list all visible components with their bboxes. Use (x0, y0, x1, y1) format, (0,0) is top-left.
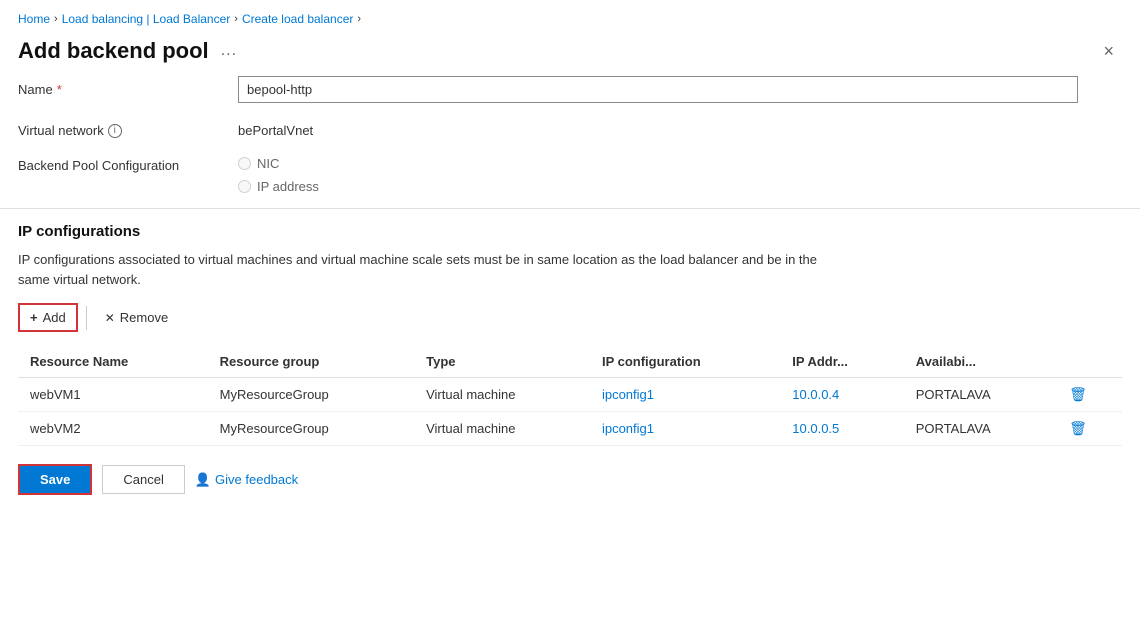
section-divider (0, 208, 1140, 209)
add-button[interactable]: + Add (18, 303, 78, 332)
col-type: Type (414, 346, 590, 378)
cell-delete-1: 🗑 (1057, 378, 1122, 412)
breadcrumb-sep2: › (234, 13, 238, 25)
remove-label: Remove (120, 310, 168, 325)
toolbar: + Add ✕ Remove (18, 303, 1122, 332)
name-row: Name * (18, 76, 1122, 103)
backend-pool-options: NIC IP address (238, 152, 1122, 194)
col-resource-group: Resource group (208, 346, 414, 378)
panel-title-area: Add backend pool ... (18, 38, 241, 64)
form-section: Name * Virtual network i bePortalVnet Ba… (0, 76, 1140, 194)
cell-ip-config-1: ipconfig1 (590, 378, 780, 412)
ip-addr-link-2[interactable]: 10.0.0.5 (792, 421, 839, 436)
cell-resource-group-2: MyResourceGroup (208, 412, 414, 446)
backend-pool-row: Backend Pool Configuration NIC IP addres… (18, 152, 1122, 194)
name-input[interactable] (238, 76, 1078, 103)
table-row: webVM1 MyResourceGroup Virtual machine i… (18, 378, 1122, 412)
ip-address-option[interactable]: IP address (238, 179, 1122, 194)
ip-config-link-2[interactable]: ipconfig1 (602, 421, 654, 436)
cell-resource-name-1: webVM1 (18, 378, 208, 412)
col-resource-name: Resource Name (18, 346, 208, 378)
nic-label: NIC (257, 156, 279, 171)
vnet-value: bePortalVnet (238, 117, 1122, 138)
name-label: Name * (18, 76, 218, 97)
backend-pool-label: Backend Pool Configuration (18, 152, 218, 173)
name-control (238, 76, 1122, 103)
vnet-control: bePortalVnet (238, 117, 1122, 138)
cancel-button[interactable]: Cancel (102, 465, 184, 494)
page-title: Add backend pool (18, 38, 209, 64)
ip-config-section: IP configurations IP configurations asso… (0, 223, 1140, 446)
feedback-link[interactable]: 👤 Give feedback (195, 472, 298, 488)
delete-button-1[interactable]: 🗑 (1069, 386, 1087, 402)
vnet-label: Virtual network i (18, 117, 218, 138)
cell-type-1: Virtual machine (414, 378, 590, 412)
breadcrumb-home[interactable]: Home (18, 12, 50, 26)
col-availability: Availabi... (904, 346, 1057, 378)
x-icon: ✕ (105, 311, 115, 325)
cell-availability-1: PORTALAVA (904, 378, 1057, 412)
cell-availability-2: PORTALAVA (904, 412, 1057, 446)
breadcrumb-create[interactable]: Create load balancer (242, 12, 353, 26)
cell-delete-2: 🗑 (1057, 412, 1122, 446)
remove-button[interactable]: ✕ Remove (95, 305, 178, 330)
breadcrumb-load-balancing[interactable]: Load balancing | Load Balancer (62, 12, 231, 26)
close-button[interactable]: × (1095, 38, 1122, 64)
breadcrumb-sep1: › (54, 13, 58, 25)
vnet-row: Virtual network i bePortalVnet (18, 117, 1122, 138)
plus-icon: + (30, 310, 38, 325)
cell-type-2: Virtual machine (414, 412, 590, 446)
ip-config-link-1[interactable]: ipconfig1 (602, 387, 654, 402)
ip-config-table: Resource Name Resource group Type IP con… (18, 346, 1122, 446)
table-row: webVM2 MyResourceGroup Virtual machine i… (18, 412, 1122, 446)
col-actions (1057, 346, 1122, 378)
toolbar-separator (86, 306, 87, 330)
cell-resource-name-2: webVM2 (18, 412, 208, 446)
nic-radio[interactable] (238, 157, 251, 170)
ellipsis-button[interactable]: ... (217, 40, 241, 62)
breadcrumb-sep3: › (357, 13, 361, 25)
ip-config-title: IP configurations (18, 223, 1122, 240)
cell-resource-group-1: MyResourceGroup (208, 378, 414, 412)
save-button[interactable]: Save (18, 464, 92, 495)
delete-button-2[interactable]: 🗑 (1069, 420, 1087, 436)
col-ip-addr: IP Addr... (780, 346, 903, 378)
name-required: * (57, 82, 62, 97)
cell-ip-addr-1: 10.0.0.4 (780, 378, 903, 412)
feedback-label: Give feedback (215, 472, 298, 487)
table-header-row: Resource Name Resource group Type IP con… (18, 346, 1122, 378)
feedback-person-icon: 👤 (195, 472, 211, 488)
vnet-info-icon[interactable]: i (108, 124, 122, 138)
ip-config-desc: IP configurations associated to virtual … (18, 250, 1122, 289)
footer-actions: Save Cancel 👤 Give feedback (0, 446, 1140, 513)
ip-address-radio[interactable] (238, 180, 251, 193)
add-label: Add (43, 310, 66, 325)
cell-ip-addr-2: 10.0.0.5 (780, 412, 903, 446)
nic-option[interactable]: NIC (238, 156, 1122, 171)
ip-addr-link-1[interactable]: 10.0.0.4 (792, 387, 839, 402)
col-ip-config: IP configuration (590, 346, 780, 378)
breadcrumb: Home › Load balancing | Load Balancer › … (0, 0, 1140, 34)
cell-ip-config-2: ipconfig1 (590, 412, 780, 446)
backend-pool-control: NIC IP address (238, 152, 1122, 194)
panel-header: Add backend pool ... × (0, 34, 1140, 76)
ip-address-label: IP address (257, 179, 319, 194)
